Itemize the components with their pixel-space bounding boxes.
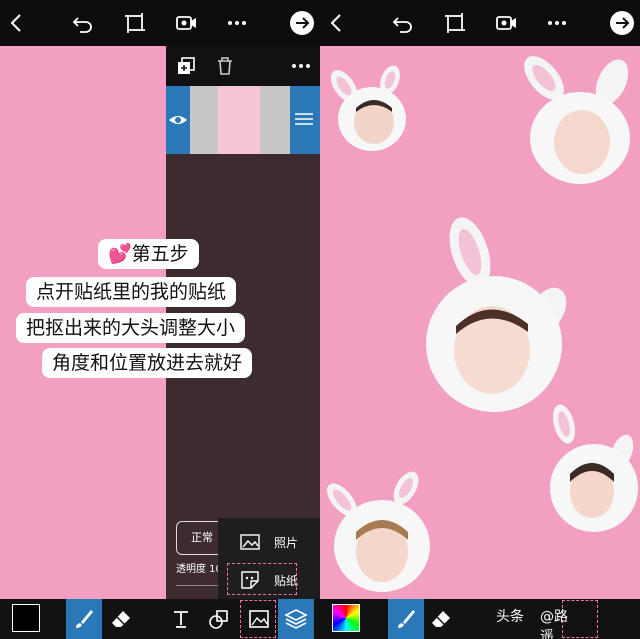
crop-icon[interactable]	[444, 12, 466, 34]
more-icon[interactable]	[546, 12, 568, 34]
more-icon[interactable]	[226, 12, 248, 34]
more-icon[interactable]	[290, 56, 312, 76]
layers-icon	[284, 609, 308, 629]
color-wheel-icon[interactable]	[332, 604, 360, 632]
add-photo-item[interactable]: 照片	[228, 526, 318, 556]
back-icon[interactable]	[6, 12, 28, 34]
watermark: 头条 @路遥Bella	[496, 606, 568, 639]
photo-icon	[240, 534, 260, 550]
next-icon[interactable]	[609, 10, 635, 36]
brush-tool-selected[interactable]	[66, 599, 102, 639]
top-toolbar	[320, 0, 640, 46]
text-icon[interactable]	[170, 608, 192, 630]
bunny-sticker[interactable]	[322, 470, 434, 596]
caption-line-2: 把抠出来的大头调整大小	[16, 313, 246, 343]
shape-icon[interactable]	[208, 608, 230, 630]
caption-line-3: 角度和位置放进去就好	[42, 348, 253, 378]
bunny-sticker[interactable]	[542, 402, 640, 536]
brush-icon	[76, 610, 93, 628]
eye-icon[interactable]	[168, 112, 188, 128]
bunny-sticker[interactable]	[324, 64, 416, 154]
color-swatch[interactable]	[12, 604, 40, 632]
caption-line-1: 点开贴纸里的我的贴纸	[26, 277, 237, 307]
top-toolbar	[0, 0, 320, 46]
crop-icon[interactable]	[124, 12, 146, 34]
back-icon[interactable]	[326, 12, 348, 34]
watermark-source: 头条	[496, 609, 524, 625]
left-screenshot: 正常 透明度 10 照片 贴纸 💕第五步 点开贴纸里的我的贴纸 把抠出来的大头调…	[0, 0, 320, 639]
right-screenshot	[320, 0, 640, 639]
add-layer-icon[interactable]	[176, 56, 196, 76]
brush-icon	[398, 610, 415, 628]
brush-tool-selected[interactable]	[388, 599, 424, 639]
eraser-icon[interactable]	[110, 608, 132, 630]
layer-thumbnail	[190, 86, 290, 154]
next-icon[interactable]	[289, 10, 315, 36]
layers-header	[166, 46, 320, 86]
image-tool-highlight	[240, 600, 276, 638]
trash-icon[interactable]	[216, 56, 234, 76]
watermark-user: @路遥Bella	[540, 609, 568, 639]
eraser-icon[interactable]	[430, 608, 452, 630]
undo-icon[interactable]	[72, 12, 94, 34]
caption-step: 💕第五步	[98, 239, 199, 269]
undo-icon[interactable]	[392, 12, 414, 34]
video-icon[interactable]	[495, 12, 517, 34]
opacity-label: 透明度 10	[176, 564, 222, 575]
menu-lines-icon[interactable]	[294, 112, 314, 126]
sticker-highlight	[227, 563, 297, 595]
video-icon[interactable]	[175, 12, 197, 34]
bunny-sticker[interactable]	[420, 214, 576, 418]
layer-row[interactable]	[166, 86, 320, 154]
layers-tool-selected[interactable]	[278, 599, 314, 639]
bunny-sticker[interactable]	[514, 48, 638, 188]
photo-label: 照片	[274, 536, 299, 550]
